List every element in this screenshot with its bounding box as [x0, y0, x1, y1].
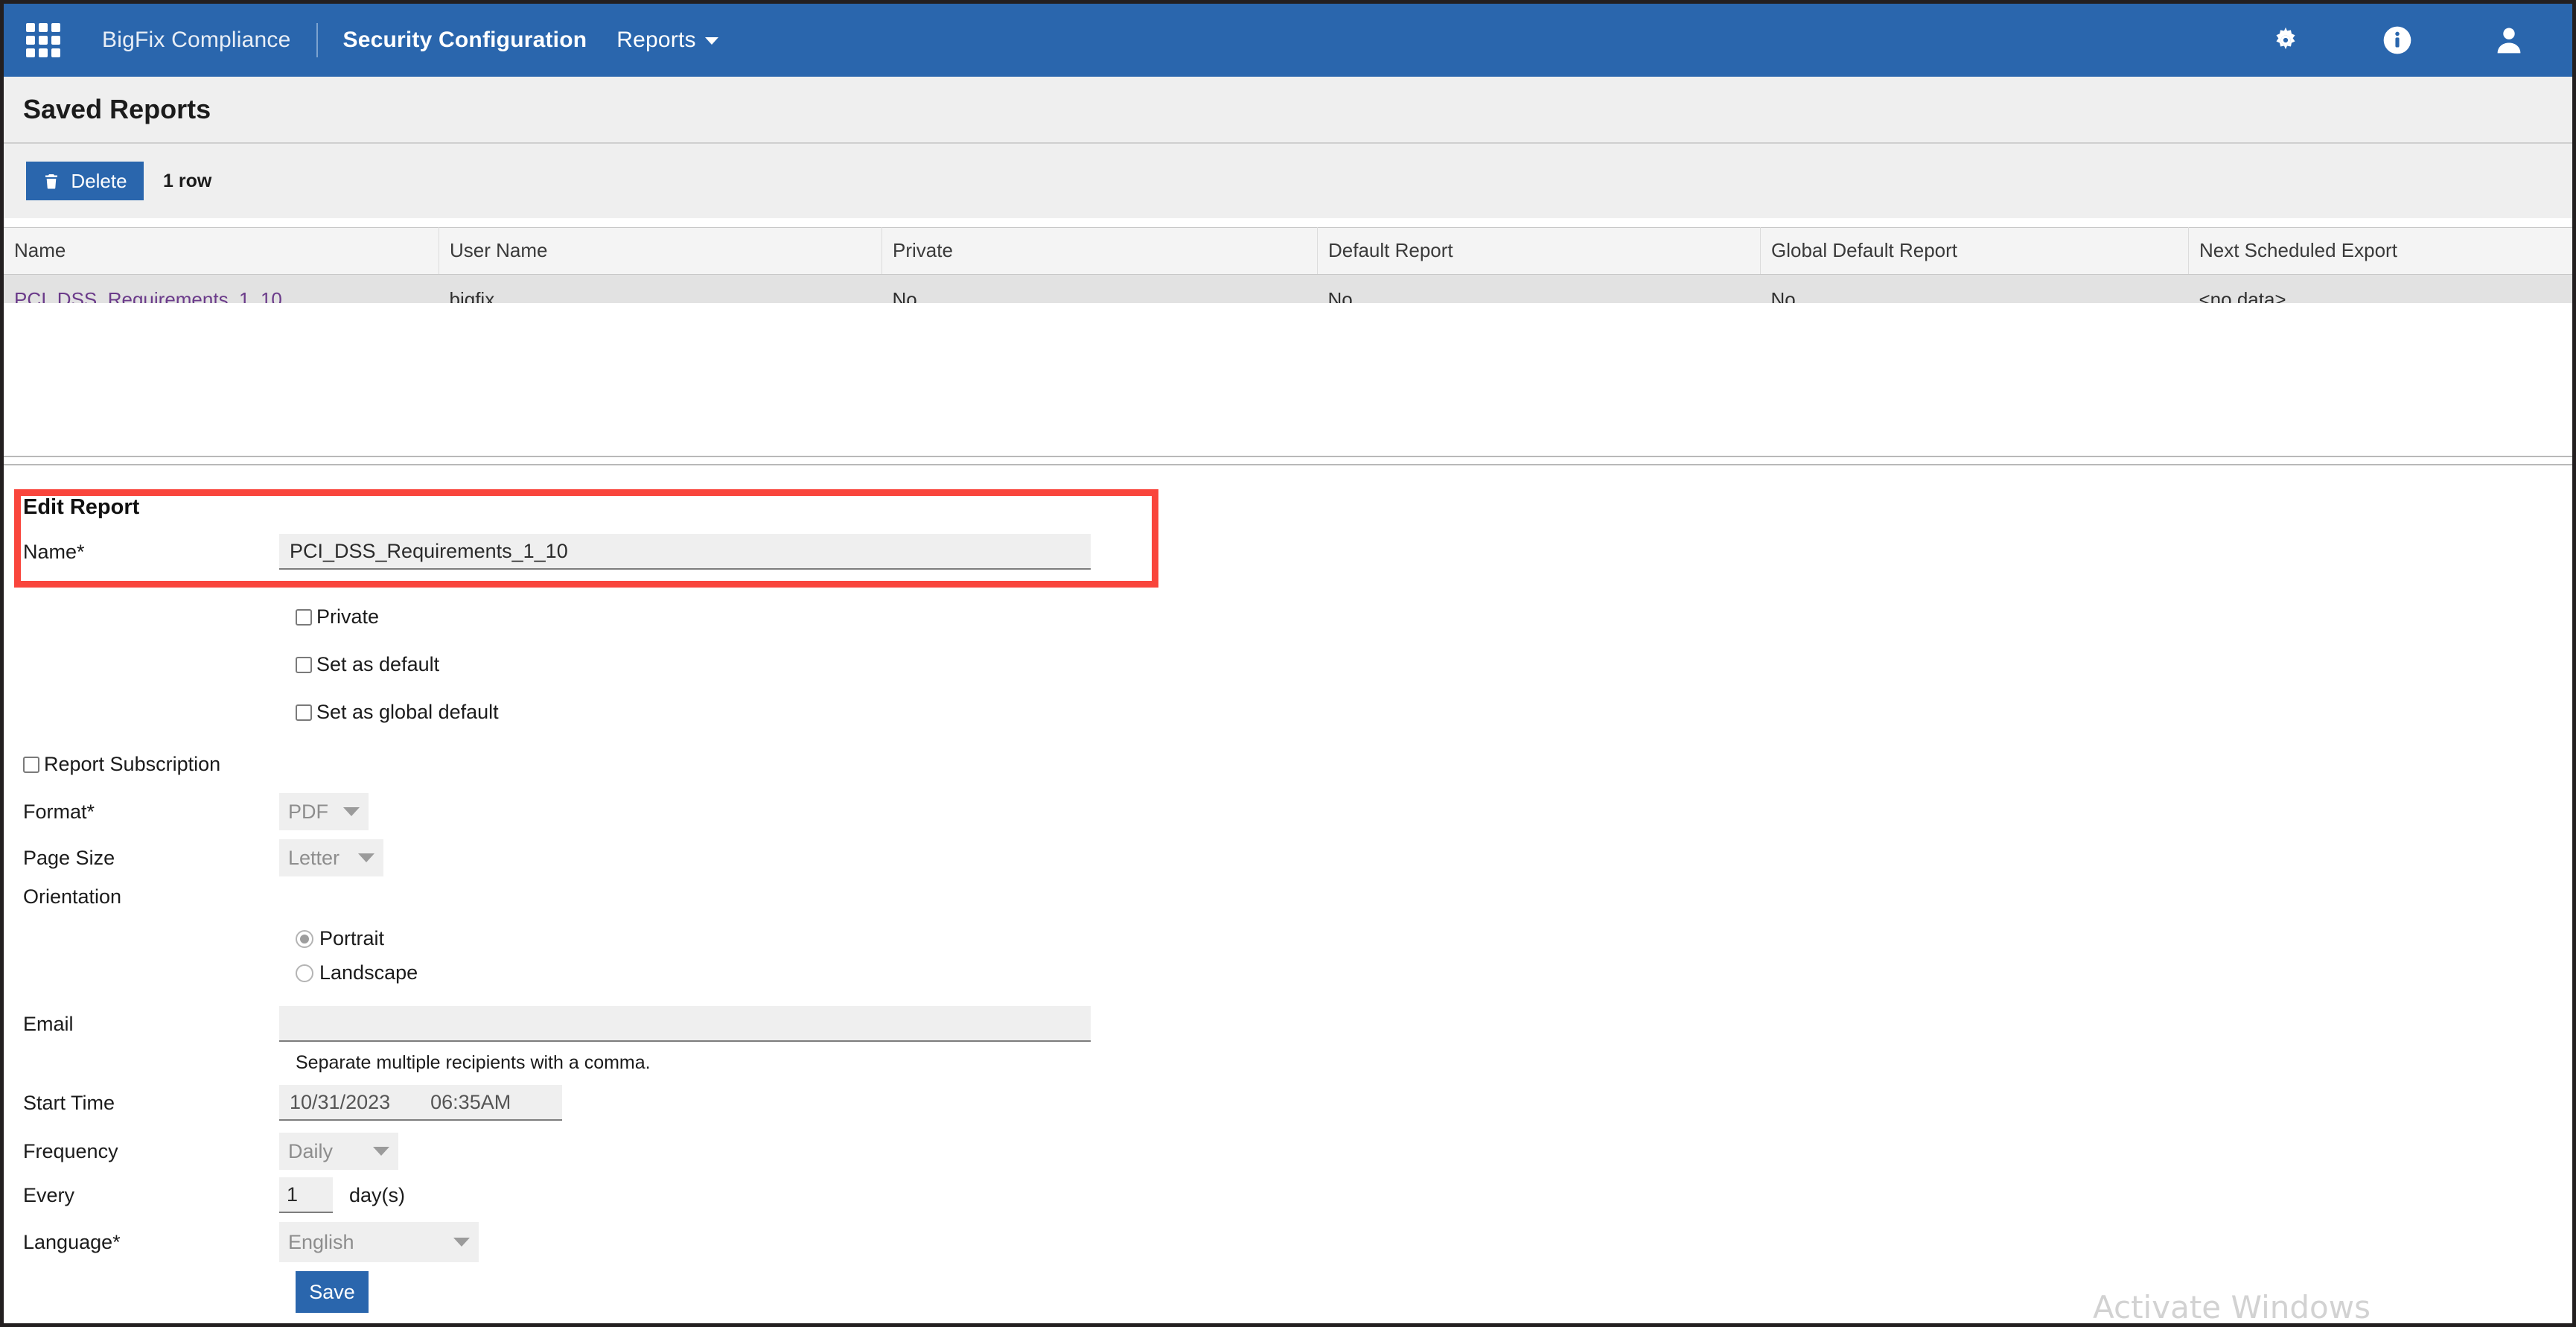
page-size-label: Page Size	[4, 847, 279, 870]
delete-button-label: Delete	[71, 170, 127, 193]
field-row-set-as-global-default: Set as global default	[296, 701, 499, 724]
frequency-label: Frequency	[4, 1140, 279, 1163]
nav-right-actions	[2269, 23, 2572, 57]
every-unit-label: day(s)	[349, 1184, 405, 1207]
field-row-report-subscription: Report Subscription	[23, 753, 220, 776]
column-header-name[interactable]: Name	[4, 228, 439, 275]
field-row-language: Language* English	[4, 1222, 897, 1262]
nav-item-security-configuration[interactable]: Security Configuration	[343, 28, 587, 53]
orientation-option-portrait: Portrait	[296, 927, 384, 950]
start-time-field[interactable]: 10/31/2023 06:35AM	[279, 1085, 562, 1121]
field-row-frequency: Frequency Daily	[4, 1133, 897, 1170]
frequency-select-value: Daily	[288, 1140, 363, 1163]
chevron-down-icon	[453, 1238, 470, 1247]
private-label: Private	[316, 605, 379, 629]
page-title: Saved Reports	[23, 94, 211, 125]
nav-menu-reports-label: Reports	[616, 28, 695, 52]
trash-icon	[42, 172, 60, 190]
set-as-default-label: Set as default	[316, 653, 439, 676]
application-window: BigFix Compliance Security Configuration…	[0, 0, 2576, 1327]
private-checkbox[interactable]	[296, 609, 312, 626]
field-row-page-size: Page Size Letter	[4, 839, 897, 876]
top-navigation-bar: BigFix Compliance Security Configuration…	[4, 4, 2572, 77]
landscape-label: Landscape	[319, 961, 418, 984]
email-input[interactable]	[279, 1006, 1091, 1042]
portrait-radio[interactable]	[296, 930, 313, 948]
start-time-time-value: 06:35AM	[430, 1091, 511, 1114]
format-label: Format*	[4, 801, 279, 824]
table-empty-area	[4, 303, 2572, 456]
field-row-format: Format* PDF	[4, 793, 897, 830]
email-help-text-row: Separate multiple recipients with a comm…	[296, 1052, 651, 1074]
field-row-every: Every day(s)	[4, 1177, 897, 1213]
field-row-save: Save	[296, 1271, 369, 1313]
column-header-user-name[interactable]: User Name	[439, 228, 882, 275]
start-time-label: Start Time	[4, 1092, 279, 1115]
chevron-down-icon	[705, 37, 718, 45]
name-input[interactable]	[279, 534, 1091, 570]
table-header-row: Name User Name Private Default Report Gl…	[4, 228, 2572, 275]
format-select-value: PDF	[288, 801, 333, 824]
app-grid-icon[interactable]	[26, 23, 60, 57]
delete-button[interactable]: Delete	[26, 162, 144, 200]
portrait-label: Portrait	[319, 927, 384, 950]
table-toolbar: Delete 1 row	[4, 144, 2572, 218]
nav-divider	[316, 23, 318, 57]
field-row-orientation: Orientation	[4, 885, 897, 908]
field-row-start-time: Start Time 10/31/2023 06:35AM	[4, 1085, 897, 1121]
activate-windows-watermark: Activate Windows	[2093, 1289, 2371, 1326]
every-label: Every	[4, 1184, 279, 1207]
language-select[interactable]: English	[279, 1222, 479, 1262]
start-time-date-value: 10/31/2023	[290, 1091, 390, 1114]
language-label: Language*	[4, 1231, 279, 1254]
chevron-down-icon	[358, 853, 374, 862]
orientation-label: Orientation	[4, 885, 279, 908]
gear-icon[interactable]	[2269, 23, 2303, 57]
chevron-down-icon	[373, 1147, 389, 1156]
field-row-private: Private	[296, 605, 379, 629]
field-row-email: Email	[4, 1006, 1120, 1042]
page-size-select-value: Letter	[288, 847, 348, 870]
report-subscription-label: Report Subscription	[44, 753, 220, 776]
set-as-default-checkbox[interactable]	[296, 657, 312, 673]
section-divider-bottom	[4, 464, 2572, 465]
nav-menu-reports[interactable]: Reports	[616, 28, 718, 53]
column-header-next-scheduled-export[interactable]: Next Scheduled Export	[2189, 228, 2573, 275]
user-icon[interactable]	[2492, 23, 2526, 57]
email-help-text: Separate multiple recipients with a comm…	[296, 1052, 651, 1074]
format-select[interactable]: PDF	[279, 793, 369, 830]
section-divider-top	[4, 456, 2572, 457]
column-header-default-report[interactable]: Default Report	[1318, 228, 1761, 275]
page-title-bar: Saved Reports	[4, 77, 2572, 144]
report-subscription-checkbox[interactable]	[23, 757, 39, 773]
column-header-private[interactable]: Private	[882, 228, 1318, 275]
page-size-select[interactable]: Letter	[279, 839, 383, 876]
frequency-select[interactable]: Daily	[279, 1133, 398, 1170]
field-row-set-as-default: Set as default	[296, 653, 439, 676]
field-row-name: Name*	[4, 534, 1120, 570]
brand-label[interactable]: BigFix Compliance	[102, 28, 291, 53]
name-label: Name*	[4, 541, 279, 564]
save-button[interactable]: Save	[296, 1271, 369, 1313]
row-count-label: 1 row	[163, 171, 211, 192]
language-select-value: English	[288, 1231, 443, 1254]
edit-report-title: Edit Report	[23, 495, 139, 520]
set-as-global-default-checkbox[interactable]	[296, 704, 312, 721]
set-as-global-default-label: Set as global default	[316, 701, 499, 724]
every-input[interactable]	[279, 1177, 333, 1213]
orientation-option-landscape: Landscape	[296, 961, 418, 984]
column-header-global-default-report[interactable]: Global Default Report	[1761, 228, 2189, 275]
info-icon[interactable]	[2380, 23, 2414, 57]
chevron-down-icon	[343, 807, 360, 816]
landscape-radio[interactable]	[296, 964, 313, 982]
table-header: Name User Name Private Default Report Gl…	[4, 228, 2572, 275]
email-label: Email	[4, 1013, 279, 1036]
